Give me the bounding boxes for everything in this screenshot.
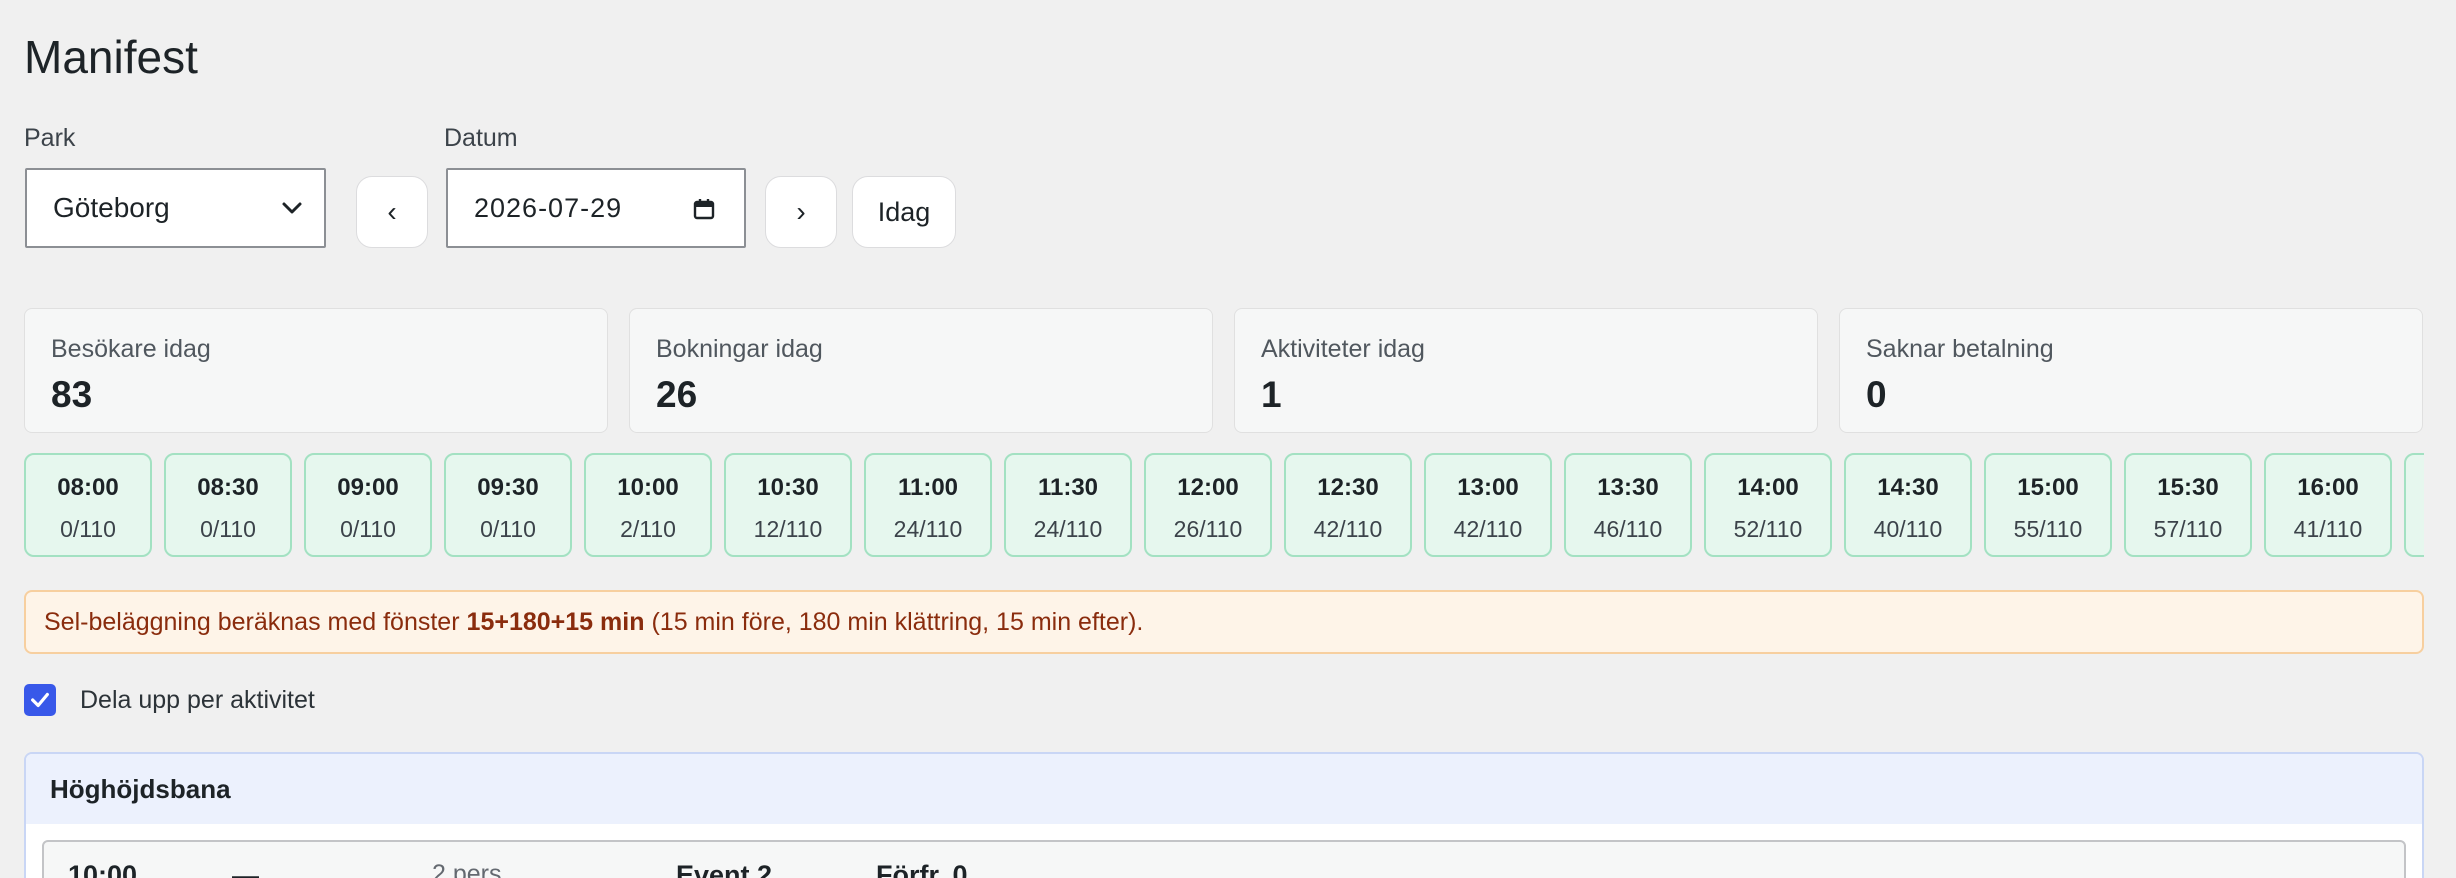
split-per-activity-toggle[interactable]: Dela upp per aktivitet <box>24 682 315 718</box>
slot-count: 2/110 <box>620 516 676 542</box>
stat-value: 1 <box>1261 374 1282 415</box>
slot-count: 52/110 <box>1733 516 1803 542</box>
slot-time: 09:00 <box>337 474 399 501</box>
occupancy-notice: Sel-beläggning beräknas med fönster 15+1… <box>24 590 2424 654</box>
slot-count: 0/110 <box>340 516 396 542</box>
stat-label: Aktiviteter idag <box>1261 335 1425 363</box>
checkmark-icon <box>31 692 49 708</box>
time-slot[interactable]: 14:30 40/110 <box>1844 453 1972 557</box>
slot-time: 08:00 <box>57 474 119 501</box>
booking-event: Event 2 <box>676 860 773 878</box>
date-label: Datum <box>444 124 518 152</box>
time-slot[interactable]: 09:00 0/110 <box>304 453 432 557</box>
slot-time: 11:30 <box>1037 474 1099 501</box>
slot-time: 15:00 <box>2017 474 2079 501</box>
time-slot[interactable]: 12:00 26/110 <box>1144 453 1272 557</box>
time-slot[interactable]: 08:00 0/110 <box>24 453 152 557</box>
time-slot[interactable]: 12:30 42/110 <box>1284 453 1412 557</box>
split-per-activity-label: Dela upp per aktivitet <box>80 685 315 714</box>
slot-count: 0/110 <box>60 516 116 542</box>
slot-count: 40/110 <box>1873 516 1943 542</box>
slot-time: 12:30 <box>1317 474 1379 501</box>
date-input[interactable]: 2026-07-29 <box>446 168 746 248</box>
time-slot-partial[interactable] <box>2404 453 2424 557</box>
time-slot-strip[interactable]: 08:00 0/110 08:30 0/110 09:00 0/110 09:30 0/… <box>24 453 2424 558</box>
time-slot[interactable]: 08:30 0/110 <box>164 453 292 557</box>
time-slot[interactable]: 16:00 41/110 <box>2264 453 2392 557</box>
slot-count: 24/110 <box>893 516 963 542</box>
stat-card-activities: Aktiviteter idag 1 <box>1234 308 1818 433</box>
notice-prefix: Sel-beläggning beräknas med fönster <box>44 607 460 636</box>
booking-persons: 2 pers <box>432 860 502 878</box>
time-slot[interactable]: 15:30 57/110 <box>2124 453 2252 557</box>
slot-count: 42/110 <box>1313 516 1383 542</box>
slot-time: 10:00 <box>617 474 679 501</box>
slot-count: 41/110 <box>2293 516 2363 542</box>
activity-panel-title: Höghöjdsbana <box>26 754 2422 824</box>
chevron-down-icon <box>282 202 302 214</box>
time-slot[interactable]: 11:30 24/110 <box>1004 453 1132 557</box>
slot-time: 16:00 <box>2297 474 2359 501</box>
park-select-value: Göteborg <box>53 192 170 223</box>
slot-count: 0/110 <box>480 516 536 542</box>
stat-value: 26 <box>656 374 698 415</box>
next-day-button[interactable]: › <box>765 176 837 248</box>
time-slot[interactable]: 13:30 46/110 <box>1564 453 1692 557</box>
slot-time: 13:30 <box>1597 474 1659 501</box>
slot-time: 14:30 <box>1877 474 1939 501</box>
time-slot[interactable]: 14:00 52/110 <box>1704 453 1832 557</box>
stat-card-visitors: Besökare idag 83 <box>24 308 608 433</box>
stat-label: Bokningar idag <box>656 335 823 363</box>
stat-card-unpaid: Saknar betalning 0 <box>1839 308 2423 433</box>
time-slot[interactable]: 09:30 0/110 <box>444 453 572 557</box>
slot-count: 12/110 <box>753 516 823 542</box>
time-slot[interactable]: 10:30 12/110 <box>724 453 852 557</box>
stat-card-bookings: Bokningar idag 26 <box>629 308 1213 433</box>
activity-panel: Höghöjdsbana 10:00 — 2 pers Event 2 Förf… <box>24 752 2424 878</box>
time-slot[interactable]: 10:00 2/110 <box>584 453 712 557</box>
prev-day-button[interactable]: ‹ <box>356 176 428 248</box>
split-per-activity-checkbox[interactable] <box>24 684 56 716</box>
today-button[interactable]: Idag <box>852 176 956 248</box>
calendar-icon[interactable] <box>692 197 716 221</box>
slot-count: 24/110 <box>1033 516 1103 542</box>
slot-time: 10:30 <box>757 474 819 501</box>
stat-label: Besökare idag <box>51 335 211 363</box>
slot-time: 12:00 <box>1177 474 1239 501</box>
notice-suffix: (15 min före, 180 min klättring, 15 min … <box>651 607 1144 636</box>
notice-window: 15+180+15 min <box>466 607 645 636</box>
booking-time: 10:00 <box>68 860 138 878</box>
slot-time: 15:30 <box>2157 474 2219 501</box>
slot-time: 08:30 <box>197 474 259 501</box>
slot-time: 11:00 <box>897 474 959 501</box>
booking-dash: — <box>232 860 259 878</box>
time-slot[interactable]: 11:00 24/110 <box>864 453 992 557</box>
slot-time: 14:00 <box>1737 474 1799 501</box>
page-title: Manifest <box>24 31 198 83</box>
stat-label: Saknar betalning <box>1866 335 2054 363</box>
slot-count: 57/110 <box>2153 516 2223 542</box>
slot-count: 0/110 <box>200 516 256 542</box>
park-label: Park <box>24 124 76 152</box>
booking-row[interactable]: 10:00 — 2 pers Event 2 Förfr. 0 <box>42 840 2406 878</box>
slot-count: 42/110 <box>1453 516 1523 542</box>
stat-value: 0 <box>1866 374 1887 415</box>
slot-count: 55/110 <box>2013 516 2083 542</box>
slot-count: 26/110 <box>1173 516 1243 542</box>
stat-value: 83 <box>51 374 93 415</box>
slot-time: 13:00 <box>1457 474 1519 501</box>
time-slot[interactable]: 13:00 42/110 <box>1424 453 1552 557</box>
slot-time: 09:30 <box>477 474 539 501</box>
slot-count: 46/110 <box>1593 516 1663 542</box>
date-input-value: 2026-07-29 <box>474 192 623 223</box>
park-select[interactable]: Göteborg <box>25 168 326 248</box>
booking-forfr: Förfr. 0 <box>876 860 968 878</box>
time-slot[interactable]: 15:00 55/110 <box>1984 453 2112 557</box>
